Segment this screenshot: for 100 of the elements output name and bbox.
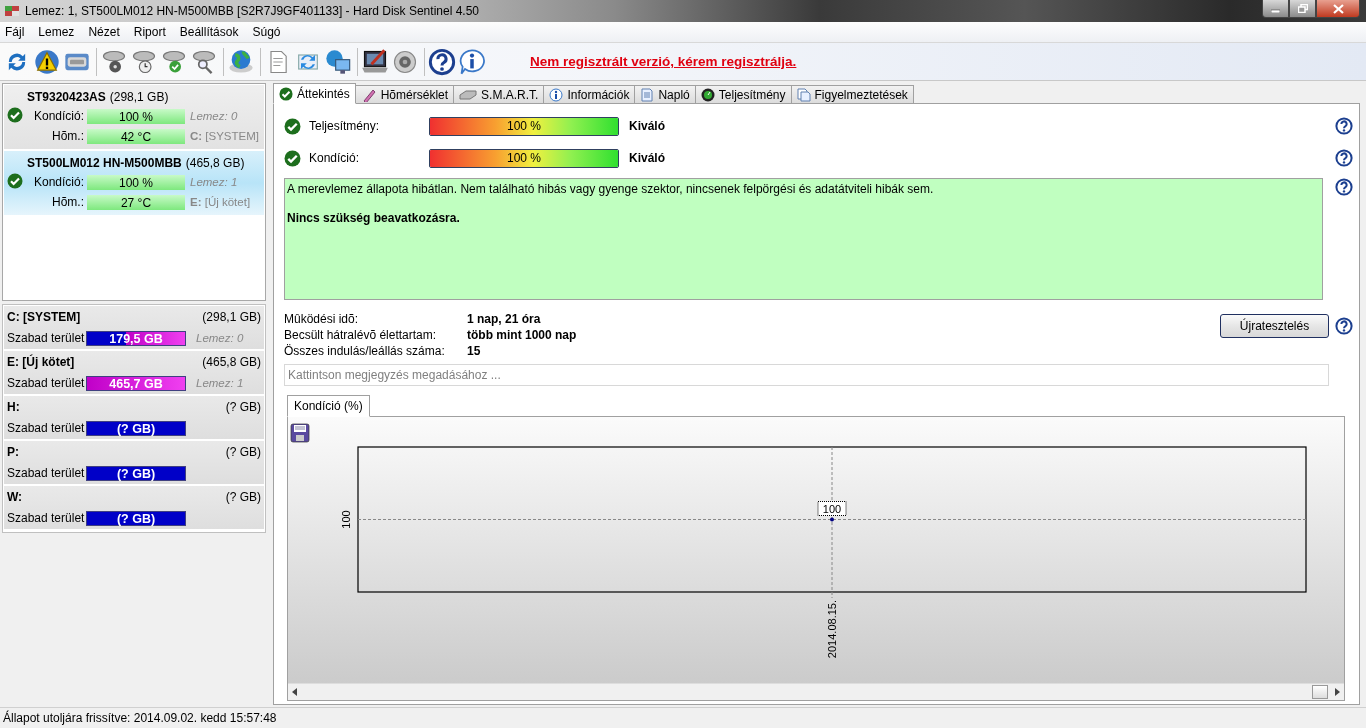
- metric-label: Teljesítmény:: [309, 119, 381, 133]
- temperature-reading: 27 °C: [119, 195, 153, 210]
- help-icon[interactable]: [428, 47, 456, 76]
- field-label: Hõm.:: [51, 129, 84, 143]
- detail-label: Mûködési idõ:: [284, 312, 360, 326]
- disk-index: Lemez: 1: [189, 176, 239, 188]
- bar-reading: (? GB): [115, 511, 157, 526]
- volume-size: (298,1 GB): [201, 310, 261, 324]
- drive-icon: [459, 89, 478, 100]
- disk-name: ST500LM012 HN-M500MBB: [27, 156, 182, 170]
- date-label: 2014.08.15.: [826, 600, 838, 659]
- volume-name: P:: [7, 445, 20, 459]
- warning-icon[interactable]: [33, 47, 61, 76]
- document-icon: [640, 87, 655, 102]
- rating-text: Kiváló: [629, 119, 665, 133]
- check-icon: [284, 117, 301, 135]
- bar-reading: (? GB): [115, 421, 157, 436]
- tab[interactable]: Áttekintés: [273, 83, 356, 104]
- detail-value: több mint 1000 nap: [467, 328, 577, 342]
- partition-label: E: [Új kötet]: [189, 196, 252, 208]
- scroll-right-icon[interactable]: [1334, 688, 1340, 696]
- app-icon: [4, 4, 20, 18]
- tab[interactable]: Figyelmeztetések: [791, 85, 914, 104]
- chart-tab[interactable]: Kondíció (%): [287, 395, 370, 417]
- bar-reading: (? GB): [115, 466, 157, 481]
- status-message: A merevlemez állapota hibátlan. Nem található hibás vagy gyenge szektor, nincsenek felpörgési és adatátviteli hibák sem.: [287, 182, 935, 196]
- maximize-button[interactable]: [1289, 0, 1316, 18]
- help-icon[interactable]: [1335, 317, 1353, 335]
- bar-reading: 465,7 GB: [108, 376, 164, 391]
- disk-index: Lemez: 0: [195, 332, 245, 344]
- volume-name: C: [SYSTEM]: [7, 310, 82, 324]
- info-icon[interactable]: [458, 47, 486, 76]
- disk-size: (298,1 GB): [109, 90, 169, 104]
- tab[interactable]: Napló: [635, 85, 696, 104]
- menu-item[interactable]: Súgó: [247, 25, 290, 39]
- note-field[interactable]: Kattintson megjegyzés megadásához ...: [284, 364, 1329, 386]
- field-label: Kondíció:: [32, 175, 84, 189]
- volume-item[interactable]: P: (? GB) Szabad terület (? GB): [4, 441, 264, 486]
- info-icon: [549, 87, 564, 102]
- menu-item[interactable]: Fájl: [0, 25, 34, 39]
- disk-item[interactable]: ST500LM012 HN-M500MBB (465,8 GB) Kondíció: 100 % Lemez: 1 Hõm.: 27 °C E: [Új kötet]: [4, 151, 264, 217]
- menu-item[interactable]: Lemez: [33, 25, 84, 39]
- bar-reading: 100 %: [118, 109, 154, 124]
- window-title: Lemez: 1, ST500LM012 HN-M500MBB [S2R7J9GF401133] - Hard Disk Sentinel 4.50: [25, 4, 479, 18]
- disk-item[interactable]: ST9320423AS (298,1 GB) Kondíció: 100 % Lemez: 0 Hõm.: 42 °C C: [SYSTEM]: [4, 85, 264, 151]
- volume-name: H:: [7, 400, 21, 414]
- documents-icon: [796, 87, 811, 102]
- check-icon: [279, 86, 293, 101]
- volume-item[interactable]: H: (? GB) Szabad terület (? GB): [4, 396, 264, 441]
- volume-name: W:: [7, 490, 24, 504]
- disk-index: Lemez: 0: [189, 110, 239, 122]
- field-label: Szabad terület: [7, 376, 86, 390]
- metric-label: Kondíció:: [309, 151, 361, 165]
- tab[interactable]: Hõmérséklet: [355, 85, 455, 104]
- volume-item[interactable]: E: [Új kötet] (465,8 GB) Szabad terület 465,7 GB Lemez: 1: [4, 351, 264, 396]
- bar-reading: 100 %: [118, 175, 154, 190]
- check-icon: [7, 106, 23, 123]
- disk-size: (465,8 GB): [185, 156, 245, 170]
- data-point: [830, 517, 834, 522]
- register-link[interactable]: Nem regisztrált verzió, kérem regisztrálja.: [530, 54, 797, 69]
- detail-value: 15: [467, 344, 482, 358]
- status-text: Állapot utoljára frissítve: 2014.09.02. kedd 15:57:48: [3, 711, 277, 725]
- horizontal-scrollbar[interactable]: [288, 683, 1344, 700]
- menu-item[interactable]: Nézet: [83, 25, 129, 39]
- tab[interactable]: Teljesítmény: [695, 85, 792, 104]
- menu-item[interactable]: Beállítások: [174, 25, 248, 39]
- rating-text: Kiváló: [629, 151, 665, 165]
- field-label: Szabad terület: [7, 466, 86, 480]
- minimize-button[interactable]: [1262, 0, 1289, 18]
- detail-label: Összes indulás/leállás száma:: [284, 344, 446, 358]
- menu-item[interactable]: Riport: [128, 25, 175, 39]
- volume-name: E: [Új kötet]: [7, 355, 76, 369]
- field-label: Szabad terület: [7, 421, 86, 435]
- save-icon[interactable]: [290, 423, 310, 443]
- field-label: Kondíció:: [32, 109, 84, 123]
- bar-reading: 100 %: [506, 150, 542, 165]
- network-icon[interactable]: [324, 47, 352, 76]
- help-icon[interactable]: [1335, 178, 1353, 196]
- retest-button[interactable]: Újratesztelés: [1220, 314, 1329, 338]
- scroll-thumb[interactable]: [1312, 685, 1328, 699]
- check-icon: [7, 172, 23, 189]
- tab[interactable]: Információk: [544, 85, 636, 104]
- close-button[interactable]: [1316, 0, 1360, 18]
- laptop-icon[interactable]: [361, 47, 389, 76]
- field-label: Szabad terület: [7, 331, 86, 345]
- bar-reading: 100 %: [506, 118, 542, 133]
- volume-item[interactable]: W: (? GB) Szabad terület (? GB): [4, 486, 264, 531]
- tab[interactable]: S.M.A.R.T.: [454, 85, 545, 104]
- help-icon[interactable]: [1335, 117, 1353, 135]
- disk-index: Lemez: 1: [195, 377, 245, 389]
- volume-size: (? GB): [224, 445, 261, 459]
- help-icon[interactable]: [1335, 149, 1353, 167]
- temperature-reading: 42 °C: [119, 129, 153, 144]
- detail-value: 1 nap, 21 óra: [467, 312, 542, 326]
- axis-value-label: 100: [340, 510, 352, 529]
- restore-icon: [1297, 4, 1308, 13]
- volume-size: (? GB): [224, 400, 261, 414]
- volume-size: (465,8 GB): [201, 355, 261, 369]
- scroll-left-icon[interactable]: [292, 688, 298, 696]
- recommendation-text: Nincs szükség beavatkozásra.: [287, 211, 461, 225]
